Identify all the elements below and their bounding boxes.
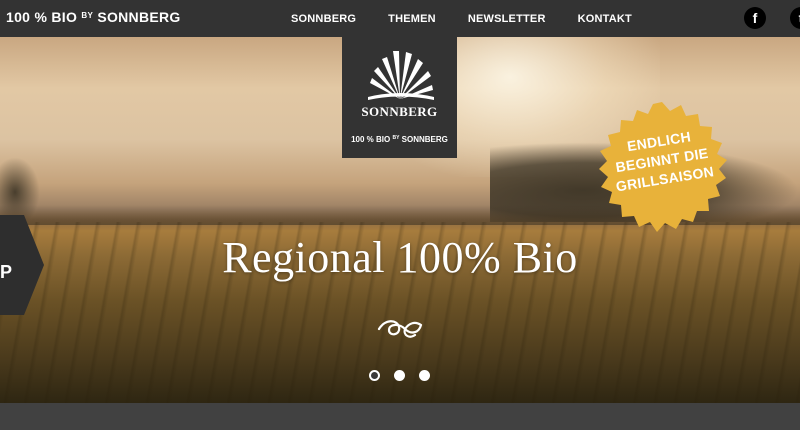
top-navigation-bar: 100 % BIO BY SONNBERG SONNBERG THEMEN NE…	[0, 0, 800, 37]
sonnberg-logo[interactable]: SONNBERG 100 % BIO BY SONNBERG	[342, 37, 457, 158]
brand-wordmark[interactable]: 100 % BIO BY SONNBERG	[6, 9, 181, 25]
brand-by-text: BY	[81, 11, 94, 20]
facebook-icon[interactable]: f	[744, 7, 766, 29]
logo-tagline: 100 % BIO BY SONNBERG	[342, 135, 457, 144]
logo-sub-end: SONNBERG	[401, 135, 448, 144]
hero-headline: Regional 100% Bio	[222, 233, 578, 282]
nav-item-sonnberg[interactable]: SONNBERG	[291, 13, 356, 25]
brand-main-text: 100 % BIO	[6, 9, 78, 25]
social-icon[interactable]: t	[790, 7, 800, 29]
logo-name: SONNBERG	[361, 104, 438, 119]
brand-end-text: SONNBERG	[97, 9, 181, 25]
logo-sub-by: BY	[392, 135, 400, 141]
sun-rays-icon	[368, 51, 434, 100]
main-nav: SONNBERG THEMEN NEWSLETTER KONTAKT	[275, 0, 648, 37]
slider-dot-2[interactable]	[394, 370, 405, 381]
nav-item-themen[interactable]: THEMEN	[388, 13, 436, 25]
logo-sub-main: 100 % BIO	[351, 135, 391, 144]
ornament-icon	[377, 320, 423, 338]
nav-item-newsletter[interactable]: NEWSLETTER	[468, 13, 546, 25]
slider-dot-1[interactable]	[369, 370, 380, 381]
slider-dot-3[interactable]	[419, 370, 430, 381]
slider-pagination	[369, 370, 430, 381]
bottom-bar	[0, 403, 800, 430]
nav-item-kontakt[interactable]: KONTAKT	[578, 13, 632, 25]
